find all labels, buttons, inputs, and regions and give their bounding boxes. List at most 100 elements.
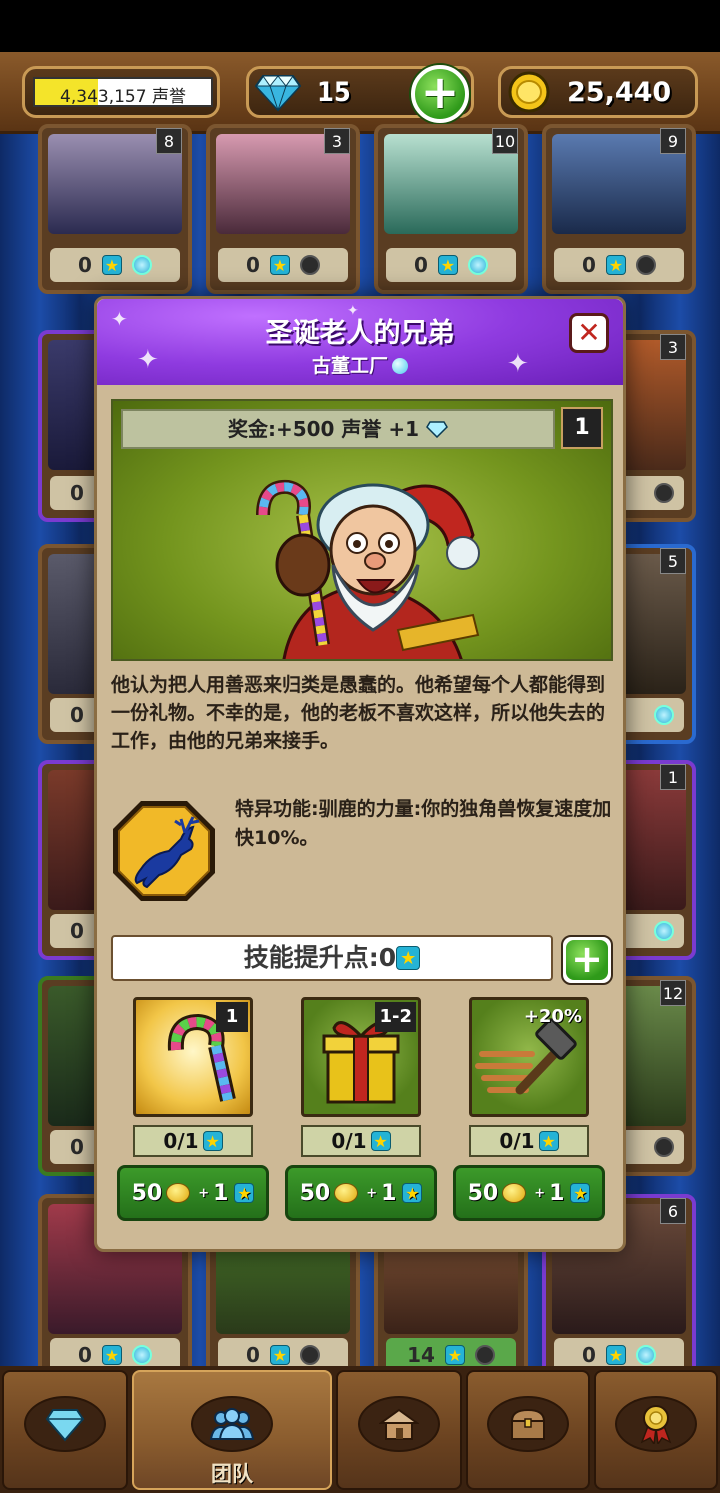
- gold-display: 25,440: [498, 66, 698, 118]
- gem-display: 15 +: [246, 65, 474, 123]
- hero-count: 0: [70, 1135, 84, 1159]
- reputation-display: 4,343,157 声誉: [22, 66, 220, 118]
- bonus-text: 奖金:+500 声誉 +1: [227, 417, 420, 441]
- star-cost: 1: [381, 1180, 397, 1206]
- skill-badge: 1: [216, 1002, 248, 1032]
- star-icon: ★: [605, 255, 626, 275]
- diamond-icon: [255, 75, 301, 112]
- skill-progress-text: 0/1: [331, 1129, 367, 1153]
- nav-icon-holder: [358, 1396, 440, 1452]
- skill-progress: 0/1 ★: [469, 1125, 589, 1157]
- energy-dot-icon: [635, 1345, 656, 1365]
- star-icon: ★: [234, 1183, 255, 1203]
- nav-icon-holder: [615, 1396, 697, 1452]
- character-detail-dialog: ✦ ✦ ✦ ✦ 圣诞老人的兄弟 古董工厂 ✕ 奖金:+500 声誉 +1 1 他…: [94, 296, 626, 1252]
- hero-level: 8: [156, 128, 182, 154]
- energy-dot-icon: [467, 255, 488, 275]
- special-ability-text: 特异功能:驯鹿的力量:你的独角兽恢复速度加快10%。: [235, 798, 612, 849]
- gem-icon: [45, 1409, 85, 1442]
- gold-count: 25,440: [567, 76, 672, 108]
- character-artwork: 奖金:+500 声誉 +1 1: [111, 399, 613, 661]
- tab-team[interactable]: 团队: [132, 1370, 332, 1490]
- hero-stat: 0 ★: [386, 248, 516, 282]
- hero-level: 10: [492, 128, 518, 154]
- tab-chest[interactable]: [466, 1370, 590, 1490]
- nav-icon-holder: [191, 1396, 273, 1452]
- reindeer-ability-icon: [113, 801, 215, 901]
- hero-level: 3: [660, 334, 686, 360]
- hero-level: 5: [660, 548, 686, 574]
- skill-icon-frame[interactable]: +20%: [469, 997, 589, 1117]
- dialog-header: ✦ ✦ ✦ ✦ 圣诞老人的兄弟 古董工厂 ✕: [97, 299, 623, 385]
- energy-dot-icon: [654, 1137, 674, 1157]
- star-icon: ★: [444, 1345, 465, 1365]
- nav-icon-holder: [487, 1396, 569, 1452]
- tab-team-label: 团队: [211, 1462, 253, 1486]
- star-icon: ★: [269, 1345, 290, 1365]
- plus-icon: +: [566, 940, 608, 980]
- bonus-banner: 奖金:+500 声誉 +1: [121, 409, 555, 449]
- upgrade-skill-button[interactable]: 50 +1 ★: [453, 1165, 605, 1221]
- skill-points-display: 技能提升点:0 ★: [111, 935, 553, 981]
- upgrade-skill-button[interactable]: 50 +1 ★: [285, 1165, 437, 1221]
- skill-progress-text: 0/1: [499, 1129, 535, 1153]
- hero-card[interactable]: 9 0 ★: [542, 124, 696, 294]
- hero-level: 9: [660, 128, 686, 154]
- character-origin: 古董工厂: [97, 351, 623, 378]
- gold-coin-icon: [334, 1183, 359, 1203]
- hero-card[interactable]: 8 0 ★: [38, 124, 192, 294]
- hero-level: 12: [660, 980, 686, 1006]
- star-icon: ★: [202, 1131, 223, 1151]
- orb-icon: [392, 358, 408, 374]
- tab-home[interactable]: [336, 1370, 462, 1490]
- hero-count: 0: [246, 253, 260, 277]
- gold-coin-icon: [502, 1183, 527, 1203]
- hero-count: 0: [70, 703, 84, 727]
- close-button[interactable]: ✕: [569, 313, 609, 353]
- hero-stat: 0 ★: [554, 248, 684, 282]
- star-icon: ★: [402, 1183, 423, 1203]
- character-description: 他认为把人用善恶来归类是愚蠢的。他希望每个人都能得到一份礼物。不幸的是，他的老板…: [111, 674, 606, 752]
- star-icon: ★: [269, 255, 290, 275]
- hero-count: 14: [407, 1343, 435, 1367]
- hero-count: 0: [246, 1343, 260, 1367]
- hero-level: 3: [324, 128, 350, 154]
- hero-count: 0: [582, 253, 596, 277]
- skill-badge: +20%: [523, 1006, 582, 1027]
- tab-achievements[interactable]: [594, 1370, 718, 1490]
- skill-icon-frame[interactable]: 1-2: [301, 997, 421, 1117]
- skill-icon-frame[interactable]: 1: [133, 997, 253, 1117]
- bottom-navigation: 团队: [0, 1366, 720, 1493]
- reputation-value: 4,343,157 声誉: [60, 87, 186, 107]
- gold-coin-icon: [508, 71, 550, 113]
- energy-dot-icon: [654, 705, 674, 725]
- energy-dot-icon: [654, 921, 674, 941]
- energy-dot-icon: [131, 1345, 152, 1365]
- skill-progress: 0/1 ★: [301, 1125, 421, 1157]
- hero-count: 0: [582, 1343, 596, 1367]
- house-icon: [379, 1408, 419, 1440]
- hero-count: 0: [414, 253, 428, 277]
- hero-count: 0: [78, 253, 92, 277]
- energy-dot-icon: [474, 1345, 495, 1365]
- add-skill-points-button[interactable]: +: [561, 935, 613, 985]
- plus-sign: +: [366, 1185, 378, 1201]
- star-icon: ★: [437, 255, 458, 275]
- star-cost: 1: [213, 1180, 229, 1206]
- star-icon: ★: [101, 1345, 122, 1365]
- buy-gems-button[interactable]: +: [411, 65, 469, 123]
- hero-count: 0: [70, 481, 84, 505]
- nav-icon-holder: [24, 1396, 106, 1452]
- tab-gems[interactable]: [2, 1370, 128, 1490]
- hero-card[interactable]: 3 0 ★: [206, 124, 360, 294]
- upgrade-skill-button[interactable]: 50 +1 ★: [117, 1165, 269, 1221]
- energy-dot-icon: [131, 255, 152, 275]
- star-icon: ★: [396, 946, 421, 970]
- gem-count: 15: [317, 76, 351, 108]
- plus-sign: +: [198, 1185, 210, 1201]
- star-cost: 1: [549, 1180, 565, 1206]
- gold-cost: 50: [299, 1180, 331, 1206]
- energy-dot-icon: [299, 255, 320, 275]
- energy-dot-icon: [654, 483, 674, 503]
- hero-card[interactable]: 10 0 ★: [374, 124, 528, 294]
